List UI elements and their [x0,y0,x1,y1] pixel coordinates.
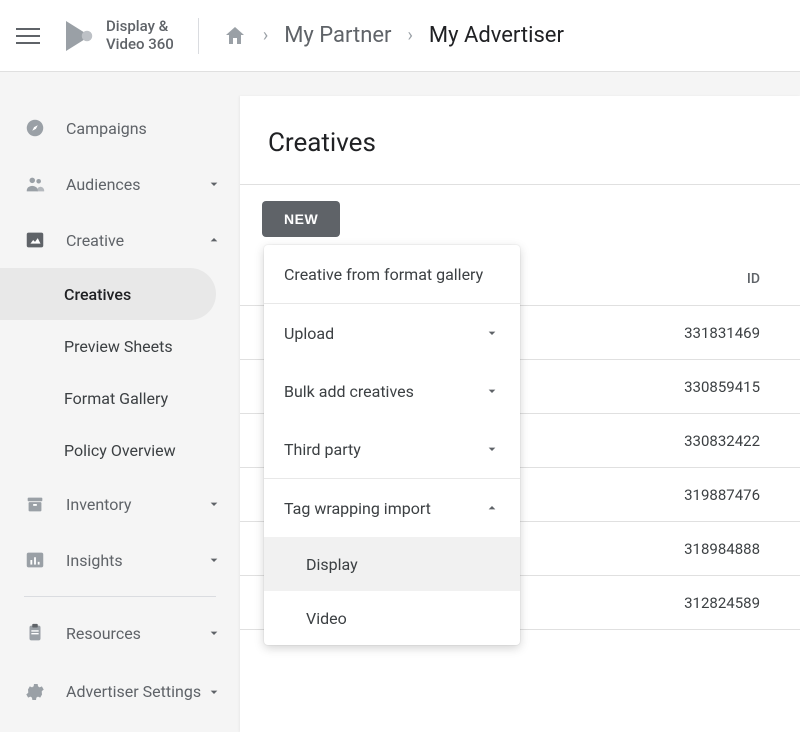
chevron-down-icon [206,684,222,700]
chevron-right-icon: › [263,25,268,46]
cell-id: 312824589 [630,594,760,612]
compass-icon [24,117,46,139]
people-icon [24,173,46,195]
bar-chart-icon [24,549,46,571]
archive-icon [24,493,46,515]
menu-item-label: Bulk add creatives [284,382,414,401]
sidebar-item-label: Creatives [64,285,131,304]
sidebar-item-insights[interactable]: Insights [0,532,240,588]
sidebar-item-label: Campaigns [66,119,222,138]
chevron-right-icon: › [407,25,412,46]
menu-item-tag-wrapping[interactable]: Tag wrapping import [264,479,520,537]
toolbar: NEW Creative from format gallery Upload … [240,185,800,247]
sidebar-nav: Campaigns Audiences Creative Creatives P… [0,72,240,732]
new-dropdown-menu: Creative from format gallery Upload Bulk… [264,245,520,645]
gear-icon [24,681,46,703]
breadcrumb-partner[interactable]: My Partner [284,23,391,48]
menu-icon[interactable] [16,24,40,48]
sidebar-item-inventory[interactable]: Inventory [0,476,240,532]
menu-item-label: Display [306,555,358,574]
sidebar-item-creative[interactable]: Creative [0,212,240,268]
sidebar-item-label: Resources [66,624,206,643]
sidebar-item-label: Audiences [66,175,206,194]
clipboard-icon [24,622,46,644]
menu-item-third-party[interactable]: Third party [264,420,520,478]
sidebar-item-label: Format Gallery [64,389,168,408]
cell-id: 331831469 [630,324,760,342]
breadcrumb-advertiser[interactable]: My Advertiser [429,23,564,48]
new-button[interactable]: NEW [262,201,340,237]
product-name-line1: Display & [106,18,174,35]
menu-item-label: Tag wrapping import [284,499,431,518]
menu-item-label: Third party [284,440,361,459]
sidebar-item-label: Creative [66,231,206,250]
page-title: Creatives [240,96,800,185]
cell-id: 318984888 [630,540,760,558]
sidebar-item-resources[interactable]: Resources [0,605,240,661]
sidebar-item-history[interactable]: History [0,723,240,732]
image-icon [24,229,46,251]
divider [24,596,216,597]
sidebar-subitem-preview-sheets[interactable]: Preview Sheets [0,320,240,372]
menu-subitem-video[interactable]: Video [264,591,520,645]
sidebar-item-label: Insights [66,551,206,570]
app-header: Display & Video 360 › My Partner › My Ad… [0,0,800,72]
sidebar-item-label: Advertiser Settings [66,682,206,701]
chevron-down-icon [206,625,222,641]
menu-item-format-gallery[interactable]: Creative from format gallery [264,245,520,303]
sidebar-subitem-creatives[interactable]: Creatives [0,268,216,320]
menu-subitem-display[interactable]: Display [264,537,520,591]
menu-item-label: Video [306,609,347,628]
dv360-logo-icon [60,18,96,54]
chevron-down-icon [206,176,222,192]
chevron-down-icon [484,325,500,341]
sidebar-item-label: Inventory [66,495,206,514]
chevron-down-icon [484,383,500,399]
menu-item-bulk-add[interactable]: Bulk add creatives [264,362,520,420]
home-icon[interactable] [223,24,247,48]
menu-item-label: Upload [284,324,334,343]
cell-id: 330859415 [630,378,760,396]
menu-item-label: Creative from format gallery [284,265,483,284]
chevron-down-icon [484,441,500,457]
cell-id: 319887476 [630,486,760,504]
cell-id: 330832422 [630,432,760,450]
chevron-down-icon [206,496,222,512]
sidebar-subitem-policy-overview[interactable]: Policy Overview [0,424,240,476]
main-content: Creatives NEW Creative from format galle… [240,96,800,732]
product-name-line2: Video 360 [106,36,174,53]
chevron-down-icon [206,552,222,568]
sidebar-item-label: Preview Sheets [64,337,173,356]
chevron-up-icon [484,500,500,516]
sidebar-item-label: Policy Overview [64,441,176,460]
chevron-up-icon [206,232,222,248]
column-header-id[interactable]: ID [630,271,760,287]
product-logo[interactable]: Display & Video 360 [60,18,174,54]
divider [198,18,199,54]
menu-item-upload[interactable]: Upload [264,304,520,362]
sidebar-subitem-format-gallery[interactable]: Format Gallery [0,372,240,424]
sidebar-item-audiences[interactable]: Audiences [0,156,240,212]
sidebar-item-advertiser-settings[interactable]: Advertiser Settings [0,661,240,723]
sidebar-item-campaigns[interactable]: Campaigns [0,100,240,156]
